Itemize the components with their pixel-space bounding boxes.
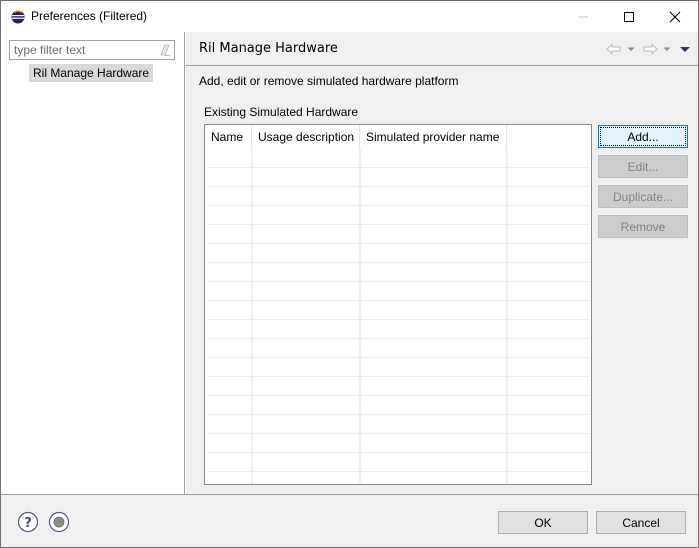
row-gridline [207,224,589,225]
row-gridline [207,452,589,453]
row-gridline [207,186,589,187]
remove-button[interactable]: Remove [598,215,688,238]
page-title: Ril Manage Hardware [199,41,338,56]
window-title: Preferences (Filtered) [31,9,148,23]
minimize-icon [578,16,588,17]
title-bar: Preferences (Filtered) [1,1,698,32]
minimize-button[interactable] [560,1,606,32]
row-gridline [207,414,589,415]
preference-tree-pane: Ril Manage Hardware [1,32,185,494]
page-navigation [606,42,692,56]
table-header: Name Usage description Simulated provide… [205,125,591,149]
row-gridline [207,281,589,282]
table-group-label: Existing Simulated Hardware [204,105,359,119]
row-gridline [207,357,589,358]
row-gridline [207,262,589,263]
back-arrow-icon[interactable] [606,42,622,56]
row-gridline [207,167,589,168]
forward-arrow-icon[interactable] [642,42,658,56]
preferences-dialog: Preferences (Filtered) Ril Manage Hardwa… [0,0,699,548]
filter-input[interactable] [10,41,150,59]
simulated-hardware-table[interactable]: Name Usage description Simulated provide… [204,124,592,485]
column-header-name[interactable]: Name [205,125,252,149]
eclipse-app-icon [11,10,25,24]
row-gridline [207,471,589,472]
column-header-filler [507,125,591,149]
row-gridline [207,376,589,377]
help-icon[interactable]: ? [17,511,39,533]
row-gridline [207,205,589,206]
add-button[interactable]: Add... [598,125,688,148]
cancel-button[interactable]: Cancel [596,511,686,534]
close-icon [669,11,681,22]
back-dropdown-icon[interactable] [624,42,638,56]
maximize-button[interactable] [606,1,652,32]
preference-page: Ril Manage Hardware Add, edit or remove … [186,32,698,494]
row-gridline [207,319,589,320]
page-description: Add, edit or remove simulated hardware p… [199,74,459,88]
page-header: Ril Manage Hardware [186,32,698,66]
tree-item-ril-manage-hardware[interactable]: Ril Manage Hardware [29,64,154,82]
view-menu-icon[interactable] [678,42,692,56]
svg-text:?: ? [24,516,32,531]
ok-button[interactable]: OK [498,511,588,534]
dialog-footer: ? OK Cancel [1,494,698,547]
close-button[interactable] [652,1,698,32]
maximize-icon [624,11,634,22]
clear-filter-icon[interactable] [157,43,171,57]
row-gridline [207,433,589,434]
row-gridline [207,300,589,301]
duplicate-button[interactable]: Duplicate... [598,185,688,208]
row-gridline [207,395,589,396]
column-header-simulated-provider-name[interactable]: Simulated provider name [360,125,507,149]
edit-button[interactable]: Edit... [598,155,688,178]
forward-dropdown-icon[interactable] [660,42,674,56]
column-header-usage-description[interactable]: Usage description [252,125,360,149]
row-gridline [207,243,589,244]
filter-field[interactable] [9,40,175,60]
row-gridline [207,338,589,339]
macro-record-icon[interactable] [48,511,70,533]
